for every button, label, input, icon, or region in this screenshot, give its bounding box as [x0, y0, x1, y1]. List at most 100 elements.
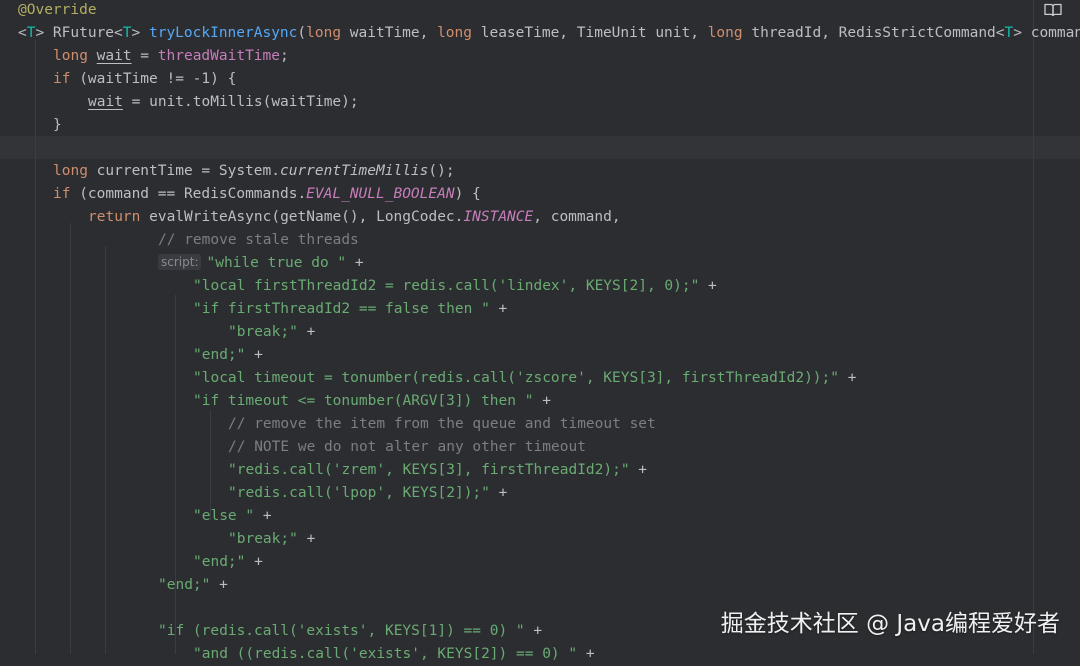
code-token: "end;" [158, 577, 211, 593]
code-token: + [489, 301, 508, 317]
code-token: = unit.toMillis(waitTime); [122, 94, 359, 110]
code-token: T [1004, 25, 1014, 41]
code-token: "local firstThreadId2 = redis.call('lind… [193, 278, 700, 294]
code-line[interactable]: // remove the item from the queue and ti… [228, 413, 656, 436]
code-token: waitTime, [341, 25, 438, 41]
code-editor[interactable]: @Override <T> RFuture<T> tryLockInnerAsyn… [0, 0, 1080, 662]
code-line[interactable]: long wait = threadWaitTime; [53, 45, 289, 68]
code-token: + [533, 393, 551, 409]
code-token: long [437, 25, 472, 41]
code-token: "end;" [193, 347, 246, 363]
indent-guide [35, 40, 36, 654]
code-token: long [306, 25, 342, 41]
code-token: + [577, 646, 595, 662]
code-token: + [524, 623, 543, 639]
code-token: > command [1013, 25, 1080, 41]
code-token: tryLockInnerAsync [148, 25, 298, 41]
code-token: "redis.call('zrem', KEYS[3], firstThread… [228, 462, 630, 478]
code-token: + [699, 278, 717, 294]
code-token: + [346, 255, 364, 271]
code-token: > RFuture< [35, 25, 123, 41]
code-line[interactable]: wait = unit.toMillis(waitTime); [88, 91, 359, 114]
indent-guide [70, 223, 71, 654]
code-line[interactable]: "redis.call('lpop', KEYS[2]);" + [228, 482, 507, 505]
code-token: // remove the item from the queue and ti… [228, 416, 656, 432]
indent-guide [175, 295, 176, 654]
code-line[interactable]: "local firstThreadId2 = redis.call('lind… [193, 275, 717, 298]
code-token: "if firstThreadId2 == false then " [193, 301, 490, 317]
code-token: "break;" [228, 531, 298, 547]
code-token: + [839, 370, 857, 386]
code-token: "if (redis.call('exists', KEYS[1]) == 0)… [158, 623, 525, 639]
indent-guide [210, 410, 211, 520]
code-token: // NOTE we do not alter any other timeou… [228, 439, 586, 455]
code-line[interactable]: <T> RFuture<T> tryLockInnerAsync(long wa… [18, 22, 1080, 45]
code-token: "break;" [228, 324, 298, 340]
code-line[interactable]: @Override [18, 0, 97, 22]
code-token: "else " [193, 508, 255, 524]
code-token: "and ((redis.call('exists', KEYS[2]) == … [193, 646, 578, 662]
code-token: = [131, 48, 158, 64]
code-token: (); [428, 163, 455, 179]
code-line[interactable]: "local timeout = tonumber(redis.call('zs… [193, 367, 856, 390]
code-line[interactable]: "if timeout <= tonumber(ARGV[3]) then " … [193, 390, 551, 413]
code-token: "while true do " [206, 255, 347, 271]
code-token: return [88, 209, 141, 225]
code-token: > [131, 25, 149, 41]
code-token: ( [297, 25, 307, 41]
code-line[interactable]: // NOTE we do not alter any other timeou… [228, 436, 586, 459]
code-token: + [297, 531, 316, 547]
code-token: + [629, 462, 648, 478]
code-line[interactable]: return evalWriteAsync(getName(), LongCod… [88, 206, 621, 229]
code-token: T [122, 25, 132, 41]
code-token: currentTime = System. [87, 163, 280, 179]
code-token: } [53, 117, 62, 133]
code-token: "redis.call('lpop', KEYS[2]);" [228, 485, 490, 501]
book-icon[interactable] [1044, 2, 1062, 18]
code-token: wait [88, 94, 123, 110]
code-token: ) { [454, 186, 481, 202]
code-token: + [297, 324, 316, 340]
watermark: 掘金技术社区 @ Java编程爱好者 [720, 611, 1060, 637]
code-token: evalWriteAsync(getName(), LongCodec. [140, 209, 464, 225]
code-line[interactable]: // remove stale threads [158, 229, 359, 252]
code-token: @Override [18, 2, 97, 18]
code-token: "end;" [193, 554, 246, 570]
code-token: (waitTime != -1) { [70, 71, 237, 87]
code-line[interactable]: "end;" + [193, 551, 263, 574]
code-line[interactable]: } [53, 114, 62, 137]
code-line[interactable]: "if firstThreadId2 == false then " + [193, 298, 507, 321]
current-line-highlight [0, 136, 1080, 159]
code-token: long [53, 48, 88, 64]
right-margin-guide [1033, 0, 1034, 654]
code-line[interactable]: "end;" + [193, 344, 263, 367]
code-token: // remove stale threads [158, 232, 359, 248]
code-token: currentTimeMillis [279, 163, 429, 179]
code-line[interactable]: "redis.call('zrem', KEYS[3], firstThread… [228, 459, 647, 482]
code-line[interactable]: "else " + [193, 505, 272, 528]
code-line[interactable]: long currentTime = System.currentTimeMil… [53, 160, 455, 183]
indent-guide [105, 246, 106, 654]
code-token: + [210, 577, 228, 593]
code-token: INSTANCE [463, 209, 534, 225]
code-token: < [18, 25, 27, 41]
code-line[interactable]: "end;" + [158, 574, 228, 597]
code-token: + [489, 485, 508, 501]
code-token: threadWaitTime [157, 48, 280, 64]
code-token: if [53, 71, 71, 87]
code-line[interactable]: script: "while true do " + [158, 252, 364, 275]
code-token: wait [96, 48, 132, 64]
code-line[interactable]: "break;" + [228, 528, 315, 551]
code-token: , command, [533, 209, 621, 225]
code-line[interactable]: if (waitTime != -1) { [53, 68, 236, 91]
code-line[interactable]: "break;" + [228, 321, 315, 344]
parameter-hint: script: [158, 254, 202, 270]
code-token: "local timeout = tonumber(redis.call('zs… [193, 370, 840, 386]
code-line[interactable]: "and ((redis.call('exists', KEYS[2]) == … [193, 643, 595, 666]
code-line[interactable]: if (command == RedisCommands.EVAL_NULL_B… [53, 183, 481, 206]
code-token: + [245, 347, 263, 363]
code-line[interactable]: "if (redis.call('exists', KEYS[1]) == 0)… [158, 620, 542, 643]
code-token: + [254, 508, 272, 524]
code-token: long [707, 25, 743, 41]
